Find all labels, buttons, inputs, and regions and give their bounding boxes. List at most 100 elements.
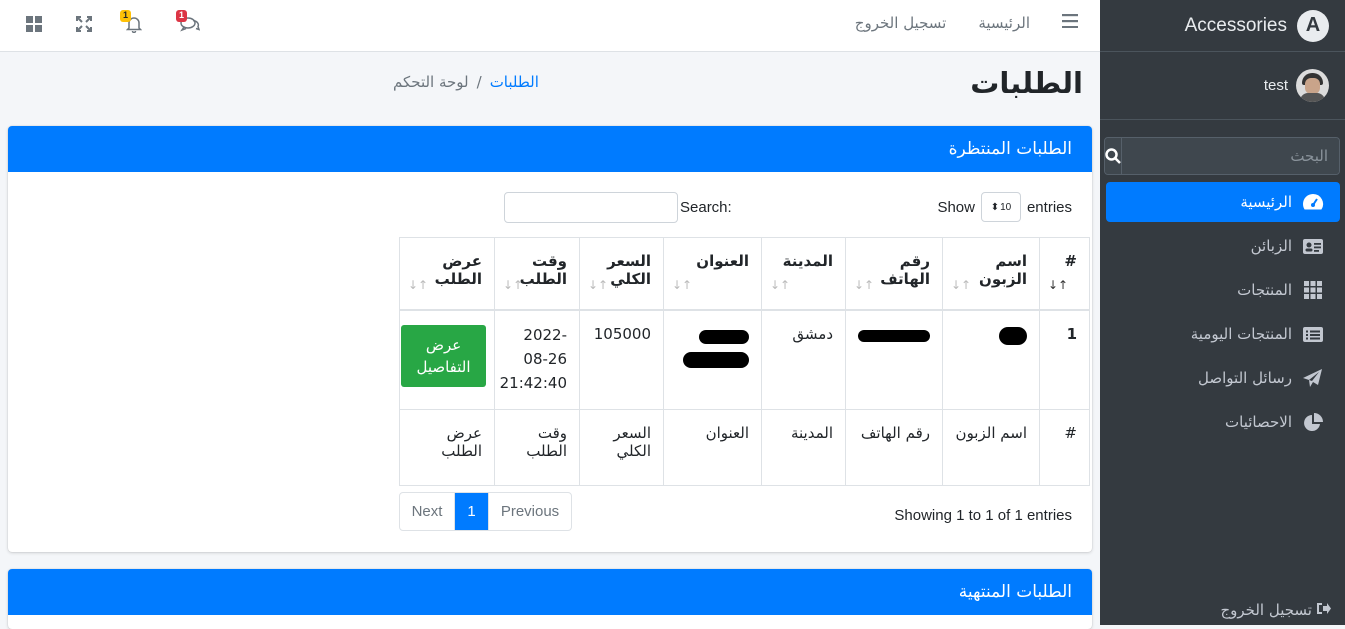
column-header-phone[interactable]: رقم الهاتف ↑↓ (845, 237, 943, 311)
pending-orders-card: الطلبات المنتظرة Show ⬍ 10 entries Searc… (8, 126, 1092, 552)
sidebar-item-products[interactable]: المنتجات (1106, 270, 1340, 310)
sidebar-search (1104, 137, 1340, 175)
column-header-city[interactable]: المدينة ↑↓ (761, 237, 846, 311)
finished-orders-header: الطلبات المنتهية (8, 569, 1092, 615)
sort-icon: ↑↓ (672, 278, 693, 292)
footer-city: المدينة (761, 408, 846, 486)
menu-toggle-icon[interactable] (1062, 14, 1078, 32)
sidebar-nav: الرئيسية الزبائن المنتجات المنتجات اليوم… (1106, 182, 1340, 446)
table-search-input[interactable] (504, 192, 678, 223)
messages-icon[interactable]: 1 (176, 10, 200, 35)
sidebar-item-label: الزبائن (1250, 237, 1292, 255)
column-header-number[interactable]: # ↑↓ (1039, 237, 1090, 311)
page-length-select[interactable]: ⬍ 10 (980, 192, 1021, 222)
sort-icon: ↑↓ (408, 278, 429, 292)
footer-view-order: عرض الطلب (399, 408, 495, 486)
sidebar-item-customers[interactable]: الزبائن (1106, 226, 1340, 266)
breadcrumb-separator: / (476, 73, 482, 91)
brand-link[interactable]: Accessories A (1100, 0, 1345, 52)
sidebar-item-daily-products[interactable]: المنتجات اليومية (1106, 314, 1340, 354)
top-navbar: 1 1 تسجيل الخروج الرئيسية (0, 0, 1100, 52)
sidebar-item-label: المنتجات اليومية (1190, 325, 1292, 343)
sort-updown-icon: ⬍ (990, 201, 1000, 213)
cell-phone-redacted (845, 309, 943, 410)
pagination: Next 1 Previous (399, 492, 572, 531)
sidebar-logout-label: تسجيل الخروج (1220, 601, 1312, 619)
user-panel[interactable]: test (1100, 52, 1345, 120)
navbar-icons: 1 1 (24, 10, 200, 35)
sidebar-item-home[interactable]: الرئيسية (1106, 182, 1340, 222)
messages-badge: 1 (176, 10, 187, 22)
view-details-button[interactable]: عرض التفاصيل (401, 324, 486, 387)
brand-logo-icon: A (1297, 9, 1329, 42)
column-header-view-order[interactable]: عرض الطلب ↑↓ (399, 237, 495, 311)
footer-order-time: وقت الطلب (494, 408, 580, 486)
footer-customer-name: اسم الزبون (942, 408, 1040, 486)
column-header-address[interactable]: العنوان ↑↓ (663, 237, 762, 311)
cell-address-redacted (663, 309, 762, 410)
sidebar-item-label: الاحصائيات (1225, 413, 1292, 431)
fullscreen-icon[interactable] (74, 13, 94, 35)
pagination-previous-button[interactable]: Previous (488, 493, 571, 530)
search-label: Search: (680, 199, 732, 216)
page-length-value: 10 (1000, 201, 1012, 213)
sign-out-icon (1316, 601, 1331, 619)
column-header-total-price[interactable]: السعر الكلي ↑↓ (579, 237, 664, 311)
page-title: الطلبات (970, 66, 1083, 100)
sort-icon: ↑↓ (1048, 278, 1069, 292)
cell-customer-name-redacted (942, 309, 1040, 410)
show-label: Show (937, 198, 975, 216)
pagination-next-button[interactable]: Next (400, 493, 455, 530)
paper-plane-icon (1302, 368, 1324, 388)
sidebar-item-label: المنتجات (1237, 281, 1292, 299)
search-icon (1105, 148, 1121, 164)
navbar-home-link[interactable]: الرئيسية (978, 14, 1030, 32)
footer-total-price: السعر الكلي (579, 408, 664, 486)
table-search: Search: (504, 192, 732, 223)
pending-orders-header: الطلبات المنتظرة (8, 126, 1092, 172)
breadcrumb-orders-link[interactable]: الطلبات (490, 73, 539, 91)
sort-icon: ↑↓ (770, 278, 791, 292)
sort-icon: ↑↓ (854, 278, 875, 292)
cell-order-time: 2022-08-26 21:42:40 (494, 309, 580, 410)
column-header-order-time[interactable]: وقت الطلب ↑↓ (494, 237, 580, 311)
notifications-bell-icon[interactable]: 1 (120, 10, 144, 35)
id-card-icon (1302, 236, 1324, 256)
table-footer-row: # اسم الزبون رقم الهاتف المدينة العنوان … (399, 408, 1090, 486)
sidebar-item-messages[interactable]: رسائل التواصل (1106, 358, 1340, 398)
footer-number: # (1039, 408, 1090, 486)
navbar-logout-link[interactable]: تسجيل الخروج (855, 14, 947, 32)
notifications-badge: 1 (120, 10, 131, 22)
search-input[interactable] (1122, 138, 1339, 174)
avatar (1296, 69, 1329, 102)
breadcrumb-home[interactable]: لوحة التحكم (393, 73, 469, 91)
user-name: test (1263, 77, 1288, 94)
pie-chart-icon (1302, 412, 1324, 432)
list-alt-icon (1302, 324, 1324, 344)
search-button[interactable] (1105, 138, 1122, 174)
table-controls: Show ⬍ 10 entries Search: (8, 192, 1092, 224)
cell-action: عرض التفاصيل (399, 309, 495, 410)
sidebar-item-statistics[interactable]: الاحصائيات (1106, 402, 1340, 442)
apps-icon[interactable] (24, 13, 44, 35)
sidebar: Accessories A test الرئيسية الزبائن المن… (1100, 0, 1345, 625)
entries-label: entries (1026, 198, 1072, 216)
table-info: Showing 1 to 1 of 1 entries (894, 507, 1072, 524)
finished-orders-card: الطلبات المنتهية (8, 569, 1092, 629)
pagination-page-1[interactable]: 1 (455, 493, 488, 530)
sort-icon: ↑↓ (588, 278, 609, 292)
sort-icon: ↑↓ (503, 278, 524, 292)
column-header-customer-name[interactable]: اسم الزبون ↑↓ (942, 237, 1040, 311)
dashboard-icon (1302, 192, 1324, 212)
cell-total-price: 105000 (579, 309, 664, 410)
brand-name: Accessories (1184, 14, 1287, 36)
sort-icon: ↑↓ (951, 278, 972, 292)
cell-number: 1 (1039, 309, 1090, 410)
page-length-control: Show ⬍ 10 entries (937, 192, 1072, 222)
sidebar-logout-link[interactable]: تسجيل الخروج (1220, 601, 1331, 619)
breadcrumb: لوحة التحكم / الطلبات (393, 73, 539, 91)
sidebar-item-label: رسائل التواصل (1198, 369, 1292, 387)
table-row: 1 دمشق 105000 2022-08-26 21:42:40 عرض ال… (399, 309, 1090, 410)
footer-phone: رقم الهاتف (845, 408, 943, 486)
navbar-links: تسجيل الخروج الرئيسية (855, 14, 1078, 32)
